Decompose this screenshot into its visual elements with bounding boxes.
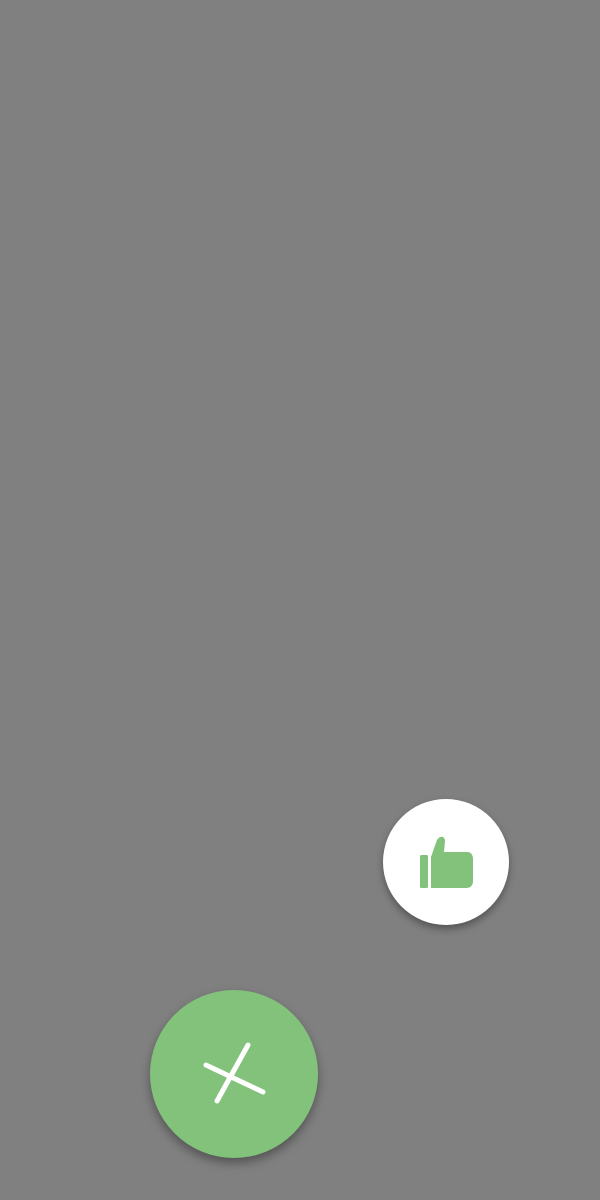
like-action-button[interactable] xyxy=(383,799,509,925)
close-icon xyxy=(202,1042,266,1106)
fab-menu-overlay[interactable] xyxy=(0,0,600,1200)
thumbs-up-icon xyxy=(416,832,476,892)
close-menu-button[interactable] xyxy=(150,990,318,1158)
